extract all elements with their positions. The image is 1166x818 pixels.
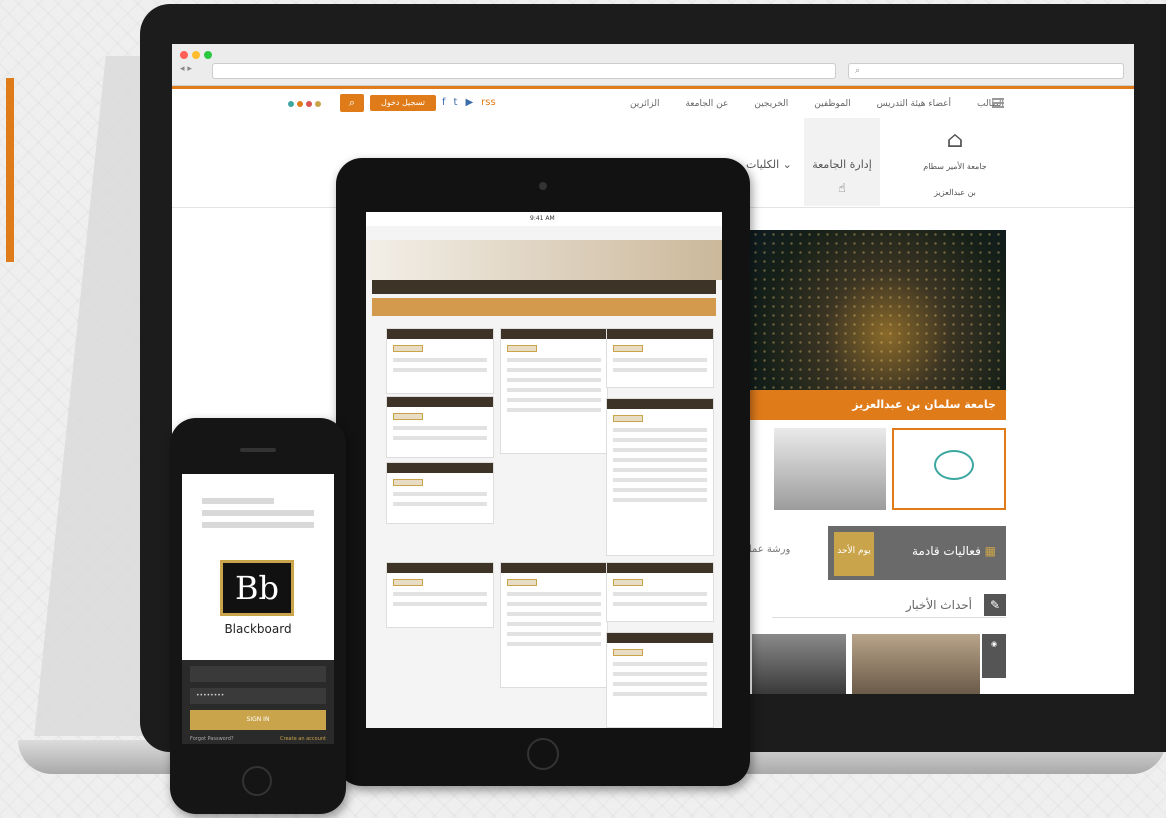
news-date-badge: ◉ <box>982 634 1006 678</box>
color-dot[interactable] <box>288 101 294 107</box>
tablet-status-bar: 9:41 AM <box>366 212 722 226</box>
status-time: 9:41 AM <box>530 215 555 222</box>
nav-item-administration[interactable]: إدارة الجامعة ☝ <box>804 118 880 206</box>
forgot-password-link[interactable]: Forgot Password? <box>190 736 234 742</box>
create-account-link[interactable]: Create an account <box>280 736 326 742</box>
news-image[interactable] <box>752 634 846 694</box>
nav-item-staff[interactable]: الموظفين <box>814 99 850 109</box>
news-image[interactable] <box>852 634 980 694</box>
social-links: f t ▶ rss <box>442 97 496 108</box>
theme-color-switcher[interactable] <box>288 101 321 107</box>
nav-item-alumni[interactable]: الخريجين <box>754 99 788 109</box>
course-card[interactable] <box>500 328 608 454</box>
password-field[interactable]: •••••••• <box>190 688 326 704</box>
event-date: يوم الأحد <box>834 532 874 576</box>
phone-status-bar <box>182 474 334 484</box>
accent-bar <box>6 78 14 262</box>
phone-home-button[interactable] <box>242 766 272 796</box>
placeholder-line <box>202 510 314 516</box>
blackboard-logo: Bb <box>220 560 294 616</box>
rss-icon[interactable]: rss <box>481 97 496 108</box>
maximize-window-icon[interactable] <box>204 51 212 59</box>
course-card[interactable] <box>606 562 714 622</box>
twitter-icon[interactable]: t <box>454 97 458 108</box>
course-card[interactable] <box>386 462 494 524</box>
tablet-home-button[interactable] <box>527 738 559 770</box>
tablet-device: 9:41 AM <box>336 158 750 786</box>
news-header: أحداث الأخبار ✎ <box>772 594 1006 618</box>
course-card[interactable] <box>500 562 608 688</box>
nav-item-about[interactable]: عن الجامعة <box>685 99 728 109</box>
cursor-icon: ☝ <box>838 181 846 195</box>
tablet-nav <box>372 280 716 294</box>
username-field[interactable] <box>190 666 326 682</box>
events-title-text: فعاليات قادمة <box>912 544 981 558</box>
browser-search-field[interactable]: ⌕ <box>848 63 1124 79</box>
nav-item-visitors[interactable]: الزائرين <box>630 99 660 109</box>
phone-screen: Bb Blackboard •••••••• SIGN IN Forgot Pa… <box>182 474 334 744</box>
placeholder-line <box>202 522 314 528</box>
nav-item-label: إدارة الجامعة <box>812 158 872 171</box>
search-button[interactable]: ⌕ <box>340 94 364 112</box>
news-thumbnail[interactable] <box>892 428 1006 510</box>
blackboard-name: Blackboard <box>224 622 292 636</box>
event-day: يوم الأحد <box>837 546 871 556</box>
events-title: فعاليات قادمة ▦ <box>912 544 996 558</box>
back-forward-icon[interactable]: ◂ ▸ <box>180 64 192 74</box>
youtube-icon[interactable]: ▶ <box>465 97 473 108</box>
nav-item-faculty[interactable]: أعضاء هيئة التدريس <box>877 99 951 109</box>
course-card[interactable] <box>606 632 714 728</box>
audience-nav: الطالب أعضاء هيئة التدريس الموظفين الخري… <box>630 99 1004 109</box>
upcoming-events[interactable]: يوم الأحد فعاليات قادمة ▦ <box>828 526 1006 580</box>
speaker-icon <box>240 448 276 452</box>
course-card[interactable] <box>386 328 494 394</box>
color-dot[interactable] <box>306 101 312 107</box>
close-window-icon[interactable] <box>180 51 188 59</box>
course-card[interactable] <box>606 328 714 388</box>
sign-in-button[interactable]: SIGN IN <box>190 710 326 730</box>
news-title: أحداث الأخبار <box>905 598 972 612</box>
tablet-progress-bar <box>372 298 716 316</box>
course-card[interactable] <box>386 396 494 458</box>
course-card[interactable] <box>606 398 714 556</box>
nav-item-label: الكليات <box>746 158 780 171</box>
address-bar[interactable] <box>212 63 836 79</box>
facebook-icon[interactable]: f <box>442 97 446 108</box>
logo-text: جامعة الأمير سطام بن عبدالعزيز <box>923 162 987 197</box>
course-card[interactable] <box>386 562 494 628</box>
calendar-icon: ▦ <box>984 544 996 558</box>
nav-item-colleges[interactable]: الكليات ⌄ <box>746 158 792 171</box>
campus-logo-icon <box>934 450 974 480</box>
login-button[interactable]: تسجيل دخول <box>370 95 436 111</box>
edit-icon: ✎ <box>984 594 1006 616</box>
university-logo[interactable]: ⌂ جامعة الأمير سطام بن عبدالعزيز <box>920 130 990 200</box>
color-dot[interactable] <box>297 101 303 107</box>
search-icon: ⌕ <box>348 96 356 109</box>
camera-icon <box>539 182 547 190</box>
news-thumbnail[interactable] <box>774 428 886 510</box>
menu-icon[interactable] <box>992 98 1004 108</box>
color-dot[interactable] <box>315 101 321 107</box>
minimize-window-icon[interactable] <box>192 51 200 59</box>
hero-caption[interactable]: جامعة سلمان بن عبدالعزيز <box>742 390 1006 420</box>
top-navigation: ⌕ تسجيل دخول f t ▶ rss الطالب أعضاء هيئة… <box>172 86 1134 118</box>
tablet-banner <box>366 240 722 280</box>
tablet-screen: 9:41 AM <box>366 212 722 728</box>
phone-device: Bb Blackboard •••••••• SIGN IN Forgot Pa… <box>170 418 346 814</box>
login-panel: •••••••• <box>182 660 334 744</box>
placeholder-line <box>202 498 274 504</box>
browser-toolbar: ◂ ▸ ⌕ <box>172 44 1134 86</box>
